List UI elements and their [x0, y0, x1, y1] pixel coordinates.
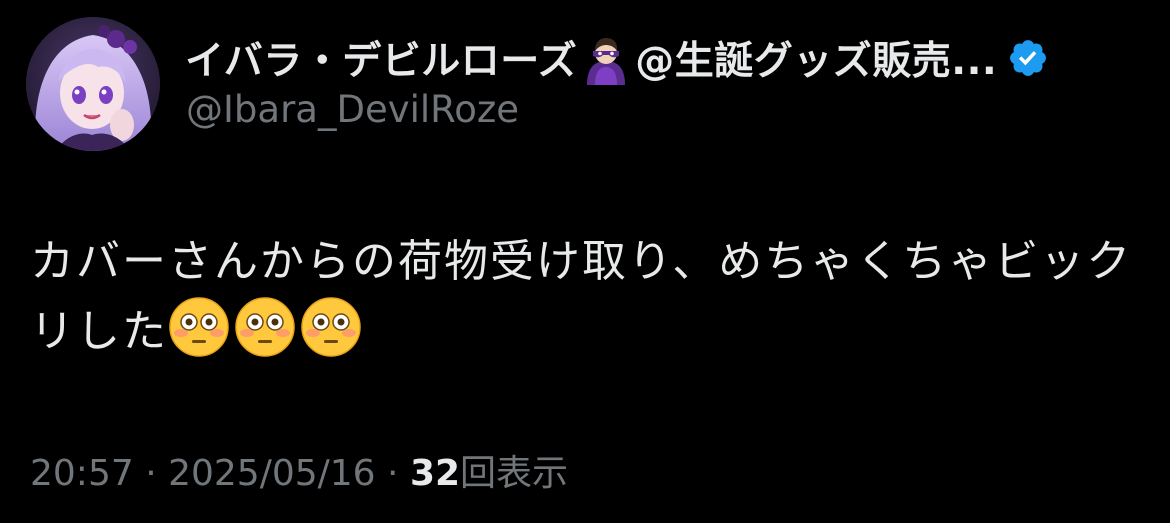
display-name-part2[interactable]: @生誕グッズ販売... [635, 30, 997, 86]
flushed-face-emoji-icon [234, 296, 296, 358]
masked-superhero-emoji-icon [579, 31, 633, 85]
tweet-container: イバラ・デビルローズ @生誕グッズ販売... @Ibara_DevilRoze … [0, 0, 1170, 523]
author-name-row[interactable]: イバラ・デビルローズ @生誕グッズ販売... [185, 30, 1049, 86]
author-handle[interactable]: @Ibara_DevilRoze [186, 88, 519, 131]
views-label: 回表示 [460, 453, 569, 494]
tweet-date[interactable]: 2025/05/16 [168, 453, 376, 494]
avatar[interactable] [26, 17, 160, 151]
meta-separator: · [375, 453, 410, 494]
views-count[interactable]: 32 [410, 453, 460, 494]
verified-badge-icon[interactable] [1007, 37, 1049, 79]
display-name-part1[interactable]: イバラ・デビルローズ [185, 30, 577, 86]
flushed-face-emoji-icon [168, 296, 230, 358]
avatar-image [26, 17, 160, 151]
tweet-text: カバーさんからの荷物受け取り、めちゃくちゃビックリした [30, 228, 1140, 366]
flushed-face-emoji-icon [300, 296, 362, 358]
meta-separator: · [133, 453, 169, 494]
tweet-meta: 20:57 · 2025/05/16 · 32回表示 [30, 444, 568, 496]
tweet-time[interactable]: 20:57 [30, 453, 134, 494]
